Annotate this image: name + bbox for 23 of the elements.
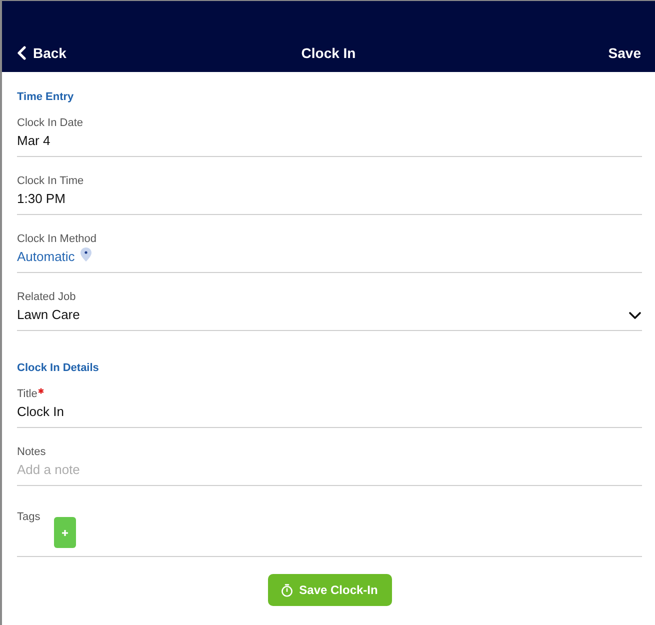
section-heading: Clock In Details	[17, 362, 99, 374]
dropdown-field[interactable]: Lawn Care	[17, 305, 642, 325]
field-label: Clock In Date	[17, 116, 84, 130]
method-field[interactable]: Automatic	[17, 247, 642, 267]
field-label: Clock In Method	[17, 232, 96, 246]
field-label: Related Job	[17, 290, 76, 304]
field-label: Clock In Time	[17, 174, 84, 188]
stopwatch-icon	[281, 584, 294, 596]
plus-icon	[62, 530, 68, 536]
text-field[interactable]: Clock In	[17, 402, 642, 422]
field-label: Title	[17, 387, 38, 401]
text-field[interactable]: 1:30 PM	[17, 189, 642, 209]
section-heading: Time Entry	[17, 91, 74, 103]
location-pin-icon	[80, 246, 92, 262]
screen-title: Clock In	[301, 45, 356, 61]
field-label: Notes	[17, 445, 46, 459]
back-button[interactable]: Back	[17, 43, 66, 63]
save-button[interactable]: Save	[608, 43, 641, 63]
chevron-left-icon	[17, 46, 26, 60]
add-tag-button[interactable]	[54, 517, 76, 548]
text-field[interactable]: Mar 4	[17, 131, 642, 151]
field-label: Tags	[17, 510, 40, 524]
chevron-down-icon	[629, 312, 641, 318]
